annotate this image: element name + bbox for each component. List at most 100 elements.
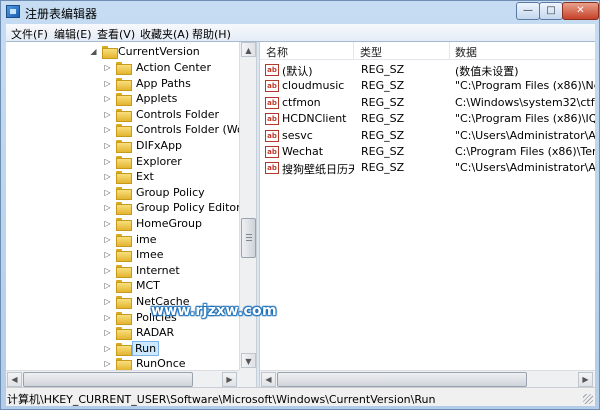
scroll-right-arrow-icon[interactable]: ▶ [222, 372, 237, 387]
expand-arrow-icon[interactable]: ▷ [103, 157, 112, 166]
value-row[interactable]: abWechat REG_SZ C:\Program Files (x86)\Ten… [260, 144, 595, 160]
string-value-icon: ab [265, 146, 279, 158]
expand-arrow-icon[interactable]: ▷ [103, 141, 112, 150]
value-list[interactable]: 名称 类型 数据 ab (默认) REG_SZ (数值未设置) ab cloudmusic… [260, 42, 595, 387]
expand-arrow-icon[interactable]: ▷ [103, 219, 112, 228]
expand-arrow-icon[interactable]: ▷ [103, 172, 112, 181]
expand-arrow-icon[interactable]: ▷ [103, 203, 112, 212]
menu-view[interactable]: 查看(V) [97, 26, 135, 42]
expand-arrow-icon[interactable]: ▷ [103, 79, 112, 88]
string-value-icon: ab [265, 80, 279, 93]
expand-arrow-icon[interactable]: ▷ [103, 344, 112, 353]
scroll-up-arrow-icon[interactable]: ▲ [241, 42, 256, 57]
title-bar[interactable]: 注册表编辑器 — □ ✕ [1, 1, 599, 23]
scroll-right-arrow-icon[interactable]: ▶ [578, 372, 593, 387]
tree-node-currentversion[interactable]: ◢ CurrentVersion [6, 44, 239, 60]
watermark-text: www.rjzxw.com [151, 303, 277, 319]
value-name: (默认) [282, 65, 313, 78]
value-row[interactable]: ab HCDNClient REG_SZ "C:\Program Files (x86… [260, 111, 595, 127]
tree-horizontal-scrollbar[interactable]: ◀ ▶ [6, 370, 239, 387]
folder-icon [116, 186, 132, 200]
collapse-arrow-icon[interactable]: ◢ [89, 47, 98, 56]
tree-node-ime[interactable]: ▷ ime [6, 232, 239, 248]
tree-node-controls-folder[interactable]: ▷ Controls Folder [6, 107, 239, 123]
status-bar: 计算机\HKEY_CURRENT_USER\Software\Microsoft… [6, 387, 595, 406]
tree-node-explorer[interactable]: ▷ Explorer [6, 154, 239, 170]
expand-arrow-icon[interactable]: ▷ [103, 125, 112, 134]
folder-icon [116, 264, 132, 278]
expand-arrow-icon[interactable]: ▷ [103, 359, 112, 368]
column-divider[interactable] [449, 42, 450, 60]
resize-grip-icon[interactable] [583, 394, 593, 404]
value-row[interactable]: ab cloudmusic REG_SZ "C:\Program Files (x86… [260, 78, 595, 94]
column-header-type[interactable]: 类型 [360, 44, 382, 60]
value-row[interactable]: ab搜狗壁纸日历天... REG_SZ "C:\Users\Administrato… [260, 160, 595, 176]
list-horizontal-scrollbar[interactable]: ◀ ▶ [260, 370, 595, 387]
tree-node-ext[interactable]: ▷ Ext [6, 169, 239, 185]
tree-node-mct[interactable]: ▷ MCT [6, 278, 239, 294]
folder-icon [116, 62, 132, 75]
menu-file[interactable]: 文件(F) [11, 26, 48, 42]
column-divider[interactable] [353, 42, 354, 60]
key-tree[interactable]: ◢ CurrentVersion ▷ Action Center ▷ App Path… [6, 42, 256, 387]
tree-node-label: Controls Folder [136, 107, 219, 121]
menu-bar: 文件(F) 编辑(E) 查看(V) 收藏夹(A) 帮助(H) [6, 24, 595, 41]
string-value-icon: ab [265, 113, 279, 126]
tree-node-app-paths[interactable]: ▷ App Paths [6, 76, 239, 92]
tree-node-radar[interactable]: ▷ RADAR [6, 325, 239, 341]
expand-arrow-icon[interactable]: ▷ [103, 188, 112, 197]
tree-node-group-policy-editor[interactable]: ▷ Group Policy Editor [6, 200, 241, 216]
tree-node-label: CurrentVersion [118, 45, 200, 58]
menu-favorites[interactable]: 收藏夹(A) [140, 26, 189, 42]
expand-arrow-icon[interactable]: ▷ [103, 281, 112, 290]
folder-icon [116, 311, 132, 325]
scroll-left-arrow-icon[interactable]: ◀ [7, 372, 22, 387]
tree-node-applets[interactable]: ▷ Applets [6, 91, 239, 107]
maximize-button[interactable]: □ [539, 2, 563, 20]
scroll-thumb[interactable] [277, 372, 527, 387]
value-type: REG_SZ [361, 63, 405, 76]
tree-node-group-policy[interactable]: ▷ Group Policy [6, 185, 239, 201]
tree-node-run[interactable]: ▷ Run [6, 340, 239, 357]
tree-node-label: Run [132, 340, 160, 356]
column-header-name[interactable]: 名称 [266, 44, 288, 60]
value-row[interactable]: absesvc REG_SZ "C:\Users\Administrator\App… [260, 128, 595, 144]
value-data: (数值未设置) [455, 65, 519, 78]
expand-arrow-icon[interactable]: ▷ [103, 328, 112, 337]
expand-arrow-icon[interactable]: ▷ [103, 297, 112, 306]
value-row[interactable]: abctfmon REG_SZ C:\Windows\system32\ctfmon… [260, 95, 595, 111]
tree-node-label: RADAR [136, 326, 175, 340]
scroll-thumb[interactable] [23, 372, 193, 387]
tree-node-action-center[interactable]: ▷ Action Center [6, 60, 239, 76]
tree-node-internet[interactable]: ▷ Internet [6, 263, 239, 279]
tree-vertical-scrollbar[interactable]: ▲ ▼ [239, 42, 256, 370]
tree-node-label: Imee [136, 248, 164, 262]
scroll-left-arrow-icon[interactable]: ◀ [261, 372, 276, 387]
menu-edit[interactable]: 编辑(E) [54, 26, 92, 42]
expand-arrow-icon[interactable]: ▷ [103, 94, 112, 103]
status-path: 计算机\HKEY_CURRENT_USER\Software\Microsoft… [7, 393, 436, 406]
expand-arrow-icon[interactable]: ▷ [103, 250, 112, 259]
value-data: C:\Windows\system32\ctfmon.e [455, 95, 595, 109]
close-button[interactable]: ✕ [562, 2, 599, 20]
scroll-down-arrow-icon[interactable]: ▼ [241, 353, 256, 368]
tree-node-homegroup[interactable]: ▷ HomeGroup [6, 216, 239, 232]
expand-arrow-icon[interactable]: ▷ [103, 63, 112, 72]
value-type: REG_SZ [361, 95, 405, 109]
tree-node-difxapp[interactable]: ▷ DIFxApp [6, 138, 239, 154]
tree-node-controls-folder-wow64[interactable]: ▷ Controls Folder (Wow64 [6, 122, 256, 138]
tree-node-label: Group Policy Editor [136, 201, 241, 215]
expand-arrow-icon[interactable]: ▷ [103, 235, 112, 244]
value-row[interactable]: ab (默认) REG_SZ (数值未设置) [260, 62, 595, 78]
value-name: sesvc [282, 128, 313, 142]
column-header-data[interactable]: 数据 [455, 44, 477, 60]
menu-help[interactable]: 帮助(H) [192, 26, 231, 42]
scroll-thumb[interactable] [241, 218, 256, 258]
minimize-button[interactable]: — [516, 2, 540, 20]
expand-arrow-icon[interactable]: ▷ [103, 313, 112, 322]
tree-node-imee[interactable]: ▷ Imee [6, 247, 239, 263]
folder-icon [116, 249, 132, 263]
expand-arrow-icon[interactable]: ▷ [103, 110, 112, 119]
expand-arrow-icon[interactable]: ▷ [103, 266, 112, 275]
folder-icon [116, 140, 132, 153]
